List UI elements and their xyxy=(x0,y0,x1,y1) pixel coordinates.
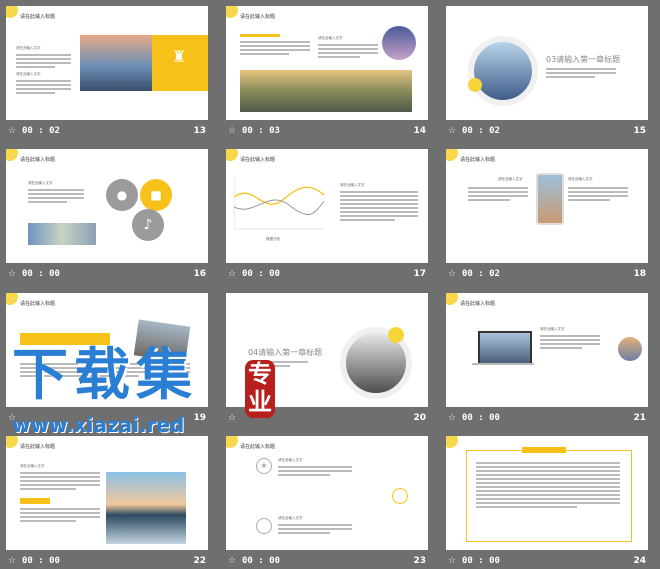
slide-info-bar: ☆ 00 : 00 17 xyxy=(226,268,428,282)
slide-thumbnail-13[interactable]: 请在此输入标题 请在此输入文字 请在此输入文字 ♜ ☆ 00 : 02 13 xyxy=(0,0,210,137)
watermark-seal: 专业 xyxy=(245,360,275,418)
slide-number: 14 xyxy=(413,126,426,136)
slide-thumbnail-24[interactable]: ☆ 00 : 00 24 xyxy=(440,430,650,567)
transition-star-icon[interactable]: ☆ xyxy=(8,556,16,566)
slide-number: 13 xyxy=(193,126,206,136)
watermark-url: www.xiazai.red xyxy=(12,413,185,437)
slide-timing: 00 : 02 xyxy=(22,126,60,136)
slide-preview[interactable]: 请在此输入标题 数据分析 请在此输入文字 xyxy=(226,149,428,263)
transition-star-icon[interactable]: ☆ xyxy=(8,126,16,136)
transition-star-icon[interactable]: ☆ xyxy=(8,269,16,279)
slide-info-bar: ☆ 00 : 02 15 xyxy=(446,125,648,139)
slide-sorter-grid: 请在此输入标题 请在此输入文字 请在此输入文字 ♜ ☆ 00 : 02 13 请在此输入… xyxy=(0,0,660,569)
slide-timing: 00 : 03 xyxy=(242,126,280,136)
slide-number: 20 xyxy=(413,413,426,423)
slide-info-bar: ☆ 00 : 00 23 xyxy=(226,555,428,569)
slide-timing: 00 : 02 xyxy=(462,269,500,279)
slide-timing: 00 : 00 xyxy=(242,269,280,279)
slide-timing: 00 : 00 xyxy=(462,413,500,423)
slide-thumbnail-21[interactable]: 请在此输入标题 请在此输入文字 ☆ 00 : 00 21 xyxy=(440,287,650,424)
slide-number: 24 xyxy=(633,556,646,566)
slide-timing: 00 : 00 xyxy=(462,556,500,566)
transition-star-icon[interactable]: ☆ xyxy=(228,126,236,136)
transition-star-icon[interactable]: ☆ xyxy=(228,413,236,423)
transition-star-icon[interactable]: ☆ xyxy=(448,556,456,566)
slide-number: 16 xyxy=(193,269,206,279)
slide-info-bar: ☆ 00 : 03 14 xyxy=(226,125,428,139)
slide-thumbnail-22[interactable]: 请在此输入标题 请在此输入文字 ☆ 00 : 00 22 xyxy=(0,430,210,567)
slide-number: 22 xyxy=(193,556,206,566)
transition-star-icon[interactable]: ☆ xyxy=(448,126,456,136)
slide-timing: 00 : 00 xyxy=(22,269,60,279)
transition-star-icon[interactable]: ☆ xyxy=(448,413,456,423)
slide-info-bar: ☆ 00 : 02 13 xyxy=(6,125,208,139)
slide-number: 23 xyxy=(413,556,426,566)
slide-preview[interactable]: 请在此输入标题 请在此输入文字 请在此输入文字 ♜ xyxy=(6,6,208,120)
watermark: 下载集 www.xiazai.red xyxy=(12,330,198,437)
slide-timing: 00 : 00 xyxy=(22,556,60,566)
transition-star-icon[interactable]: ☆ xyxy=(448,269,456,279)
transition-star-icon[interactable]: ☆ xyxy=(228,269,236,279)
slide-info-bar: ☆ 00 : 00 22 xyxy=(6,555,208,569)
slide-info-bar: ☆ 00 : 02 18 xyxy=(446,268,648,282)
slide-thumbnail-23[interactable]: 请在此输入标题 ★ 请在此输入文字 请在此输入文字 ☆ 00 : 00 23 xyxy=(220,430,430,567)
slide-preview[interactable]: 请在此输入标题 ★ 请在此输入文字 请在此输入文字 xyxy=(226,436,428,550)
slide-info-bar: ☆ 00 : 00 21 xyxy=(446,412,648,426)
transition-star-icon[interactable]: ☆ xyxy=(228,556,236,566)
slide-number: 17 xyxy=(413,269,426,279)
slide-number: 15 xyxy=(633,126,646,136)
slide-thumbnail-17[interactable]: 请在此输入标题 数据分析 请在此输入文字 ☆ 00 : 00 17 xyxy=(220,143,430,280)
slide-info-bar: ☆ 00 : 00 24 xyxy=(446,555,648,569)
slide-thumbnail-18[interactable]: 请在此输入标题 请在此输入文字 请在此输入文字 ☆ 00 : 02 18 xyxy=(440,143,650,280)
slide-thumbnail-15[interactable]: 03请输入第一章标题 ☆ 00 : 02 15 xyxy=(440,0,650,137)
slide-preview[interactable]: 请在此输入标题 请在此输入文字 xyxy=(446,293,648,407)
slide-number: 18 xyxy=(633,269,646,279)
slide-timing: 00 : 00 xyxy=(242,556,280,566)
slide-preview[interactable]: 03请输入第一章标题 xyxy=(446,6,648,120)
slide-thumbnail-14[interactable]: 请在此输入标题 请在此输入文字 ☆ 00 : 03 14 xyxy=(220,0,430,137)
slide-timing: 00 : 02 xyxy=(462,126,500,136)
slide-info-bar: ☆ 00 : 00 16 xyxy=(6,268,208,282)
slide-thumbnail-16[interactable]: 请在此输入标题 请在此输入文字 ● ■ ♪ ☆ 00 : 00 16 xyxy=(0,143,210,280)
slide-number: 21 xyxy=(633,413,646,423)
slide-preview[interactable]: 请在此输入标题 请在此输入文字 ● ■ ♪ xyxy=(6,149,208,263)
watermark-main: 下载集 xyxy=(12,343,198,408)
slide-preview[interactable]: 请在此输入标题 请在此输入文字 xyxy=(226,6,428,120)
slide-preview[interactable] xyxy=(446,436,648,550)
slide-preview[interactable]: 请在此输入标题 请在此输入文字 xyxy=(6,436,208,550)
slide-preview[interactable]: 请在此输入标题 请在此输入文字 请在此输入文字 xyxy=(446,149,648,263)
